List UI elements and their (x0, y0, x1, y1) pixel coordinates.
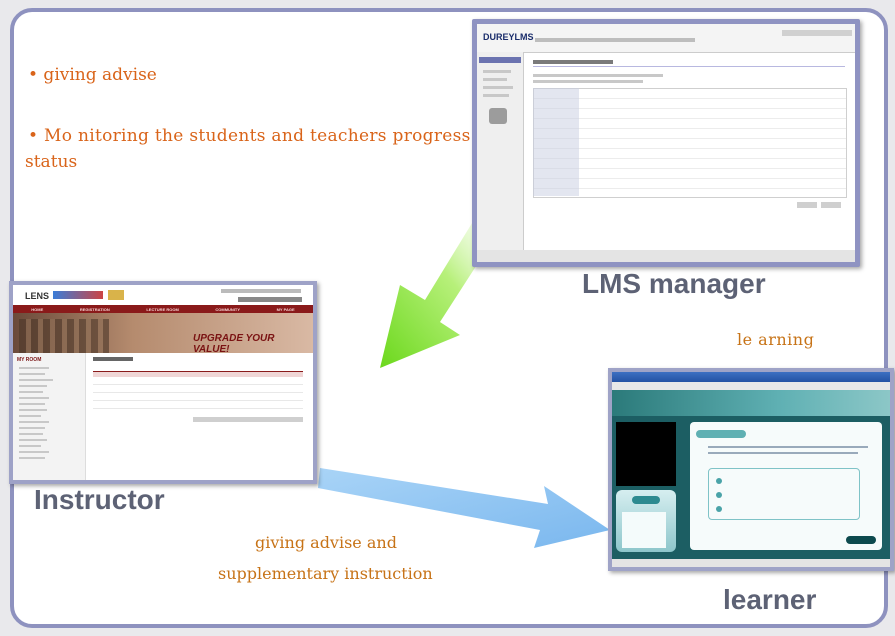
upgrade-banner: UPGRADE YOUR VALUE! (193, 333, 275, 355)
learner-label: learner (723, 584, 817, 615)
lens-logo: LENS (25, 291, 50, 301)
instructor-label: Instructor (34, 484, 165, 515)
advise-label-line2: supplementary instruction (218, 564, 433, 583)
learning-label: le arning (737, 330, 815, 349)
bullet-monitoring: • Mo nitoring the students and teachers … (28, 126, 471, 146)
bullet-giving-advise: • giving advise (28, 65, 157, 85)
nav-registration[interactable]: REGISTRATION (80, 307, 110, 312)
lms-manager-label: LMS manager (582, 268, 766, 299)
nav-community[interactable]: COMMUNITY (215, 307, 240, 312)
lms-logo: DUREYLMS (483, 32, 534, 42)
learner-screenshot (608, 368, 894, 571)
bullet-status: status (25, 152, 78, 172)
lms-manager-screenshot: DUREYLMS (472, 19, 860, 267)
nav-home[interactable]: HOME (31, 307, 43, 312)
nav-my-page[interactable]: MY PAGE (277, 307, 295, 312)
advise-label-line1: giving advise and (255, 533, 397, 552)
instructor-screenshot: LENS HOME REGISTRATION LECTURE ROOM COMM… (9, 281, 317, 484)
nav-lecture-room[interactable]: LECTURE ROOM (146, 307, 178, 312)
my-room-title: MY ROOM (17, 357, 42, 363)
